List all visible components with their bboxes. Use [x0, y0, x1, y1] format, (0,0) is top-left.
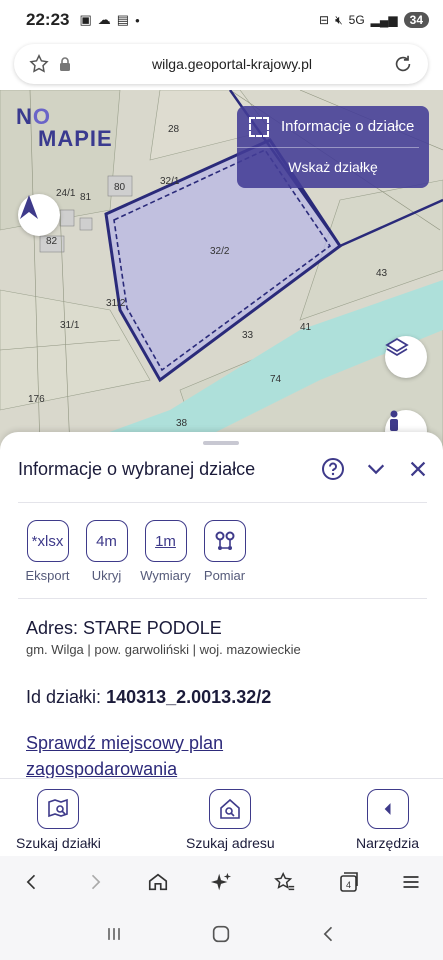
home-pill-icon: [213, 925, 230, 943]
parcel-label: 41: [300, 322, 312, 333]
local-plan-link[interactable]: Sprawdź miejscowy plan zagospodarowania: [26, 730, 356, 782]
nfc-icon: ⊟: [319, 13, 330, 27]
measure-path-icon: [215, 531, 234, 550]
address-bar[interactable]: wilga.geoportal-krajowy.pl: [14, 44, 428, 84]
url-text[interactable]: wilga.geoportal-krajowy.pl: [72, 56, 392, 72]
dimensions-tool[interactable]: 1m Wymiary: [136, 520, 195, 583]
parcel-label: 24/1: [56, 188, 76, 199]
network-icon: 5G: [348, 13, 365, 27]
tabs-button[interactable]: 4: [328, 862, 368, 902]
back-arrow-icon: [26, 874, 35, 890]
address-title: Adres: STARE PODOLE: [26, 618, 222, 638]
home-button[interactable]: [138, 862, 178, 902]
forward-arrow-icon: [91, 874, 101, 890]
svg-text:4: 4: [346, 880, 351, 890]
clock: 22:23: [26, 10, 70, 29]
ruler-1m-icon: 1m: [144, 520, 187, 562]
home-icon: [149, 873, 168, 891]
recent-apps-icon: [108, 928, 120, 940]
screenshot-icon: ▣: [79, 12, 92, 27]
hamburger-menu-icon: [403, 876, 419, 888]
browser-toolbar: 4: [0, 856, 443, 908]
sparkle-icon: [211, 872, 232, 891]
tools-button[interactable]: Narzędzia: [356, 789, 419, 851]
search-address-button[interactable]: Szukaj adresu: [186, 789, 275, 851]
parcel-id-value: 140313_2.0013.32/2: [106, 687, 272, 707]
parcel-label: 28: [168, 124, 180, 135]
search-parcel-button[interactable]: Szukaj działki: [16, 789, 101, 851]
map-search-icon: [48, 798, 69, 818]
parcel-label: 81: [80, 192, 92, 203]
chevron-down-icon[interactable]: [365, 458, 387, 480]
lock-icon: [60, 57, 70, 71]
mute-icon: 🔇︎: [335, 12, 343, 27]
map-view[interactable]: 28 32/1 24/1 81 80 82 32/2 31/2 31/1 43 …: [0, 90, 443, 450]
signal-icon: ▂▄▆: [370, 13, 398, 27]
parcel-info-sheet: Informacje o wybranej działce *xlsx Eksp…: [0, 432, 443, 782]
parcel-label: 38: [176, 418, 188, 429]
tabs-count-icon: 4: [340, 872, 358, 892]
forward-button[interactable]: [75, 862, 115, 902]
bookmarks-button[interactable]: [265, 862, 305, 902]
parcel-label: 82: [46, 236, 58, 247]
select-area-icon: [249, 116, 269, 137]
battery-indicator: 34: [403, 12, 429, 28]
hide-4m-icon: 4m: [85, 520, 128, 562]
parcel-tools: *xlsx Eksport 4m Ukryj 1m Wymiary Pomiar: [18, 520, 254, 583]
xlsx-icon: *xlsx: [26, 520, 69, 562]
sheet-title: Informacje o wybranej działce: [18, 458, 256, 479]
bookmark-star-icon[interactable]: [28, 53, 50, 75]
parcel-label: 31/2: [106, 298, 126, 309]
calendar-icon: ▤: [116, 12, 130, 27]
address-subtitle: gm. Wilga | pow. garwoliński | woj. mazo…: [26, 642, 301, 657]
divider: [18, 502, 427, 503]
system-back-button[interactable]: [309, 914, 349, 954]
export-tool[interactable]: *xlsx Eksport: [18, 520, 77, 583]
reload-icon[interactable]: [392, 53, 414, 75]
dot-icon: •: [135, 12, 140, 28]
measure-tool[interactable]: Pomiar: [195, 520, 254, 583]
parcel-label: 33: [242, 330, 254, 341]
chevron-left-icon: [384, 803, 391, 815]
parcel-label: 32/1: [160, 176, 180, 187]
ai-assistant-button[interactable]: [201, 862, 241, 902]
parcel-label: 74: [270, 374, 282, 385]
parcel-label: 176: [28, 394, 45, 405]
system-home-button[interactable]: [201, 914, 241, 954]
sheet-drag-handle[interactable]: [203, 441, 239, 445]
divider: [18, 598, 427, 599]
compass-north-icon: [20, 195, 38, 219]
back-button[interactable]: [12, 862, 52, 902]
parcel-label: 80: [114, 182, 126, 193]
parcel-label: 31/1: [60, 320, 80, 331]
cloud-icon: ☁: [97, 12, 111, 27]
person-icon: [390, 410, 398, 431]
recent-apps-button[interactable]: [94, 914, 134, 954]
parcel-actions-panel: Informacje o działce Wskaż działkę: [237, 106, 429, 188]
status-bar: 22:23 ▣ ☁ ▤ • ⊟ 🔇︎ 5G ▂▄▆ 34: [0, 0, 443, 40]
hide-tool[interactable]: 4m Ukryj: [77, 520, 136, 583]
close-icon[interactable]: [407, 458, 429, 480]
help-icon[interactable]: [321, 457, 345, 481]
na-mapie-logo: NO MAPIE: [16, 104, 113, 151]
parcel-info-button[interactable]: Informacje o działce: [237, 106, 419, 148]
compass-button[interactable]: [18, 194, 60, 236]
system-nav-bar: [0, 908, 443, 960]
parcel-label: 32/2: [210, 246, 230, 257]
app-bottom-nav: Szukaj działki Szukaj adresu Narzędzia: [0, 778, 443, 854]
home-search-icon: [220, 798, 241, 819]
parcel-id: Id działki: 140313_2.0013.32/2: [26, 687, 272, 707]
system-back-icon: [323, 926, 333, 942]
star-list-icon: [273, 872, 294, 891]
parcel-label: 43: [376, 268, 388, 279]
select-parcel-button[interactable]: Wskaż działkę: [237, 148, 429, 186]
layers-icon: [385, 337, 409, 357]
menu-button[interactable]: [391, 862, 431, 902]
layers-button[interactable]: [385, 336, 427, 378]
